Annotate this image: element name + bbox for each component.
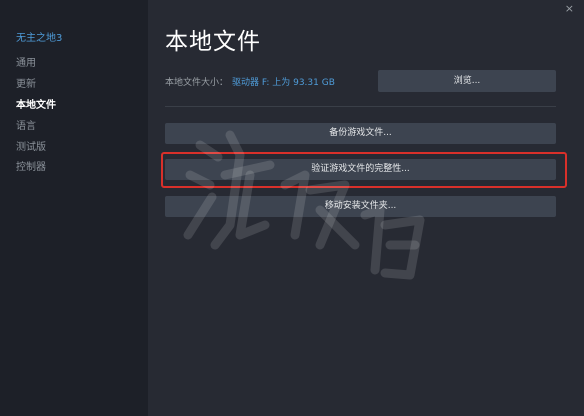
sidebar-game-title: 无主之地3: [16, 33, 63, 44]
sidebar-item-updates[interactable]: 更新: [16, 75, 36, 90]
sidebar-item-local-files[interactable]: 本地文件: [16, 96, 56, 111]
move-install-folder-button[interactable]: 移动安装文件夹...: [165, 196, 556, 217]
verify-integrity-button[interactable]: 验证游戏文件的完整性...: [165, 159, 556, 180]
size-label: 本地文件大小：: [165, 78, 229, 88]
sidebar-item-betas[interactable]: 测试版: [16, 138, 46, 153]
size-value-link[interactable]: 驱动器 F: 上为 93.31 GB: [232, 78, 335, 88]
local-files-size-row: 本地文件大小： 驱动器 F: 上为 93.31 GB: [165, 75, 335, 88]
page-title: 本地文件: [165, 29, 261, 55]
sidebar-item-controller[interactable]: 控制器: [16, 158, 46, 173]
divider: [165, 106, 556, 107]
sidebar-item-language[interactable]: 语言: [16, 117, 36, 132]
main-panel: × 本地文件 本地文件大小： 驱动器 F: 上为 93.31 GB 浏览... 备…: [148, 0, 584, 416]
sidebar: 无主之地3 通用 更新 本地文件 语言 测试版 控制器: [0, 0, 148, 416]
browse-button[interactable]: 浏览...: [378, 70, 556, 92]
steam-properties-window: 无主之地3 通用 更新 本地文件 语言 测试版 控制器 × 本地文件 本地文件大…: [0, 0, 584, 416]
close-icon[interactable]: ×: [565, 2, 574, 15]
sidebar-item-general[interactable]: 通用: [16, 54, 36, 69]
backup-game-files-button[interactable]: 备份游戏文件...: [165, 123, 556, 144]
